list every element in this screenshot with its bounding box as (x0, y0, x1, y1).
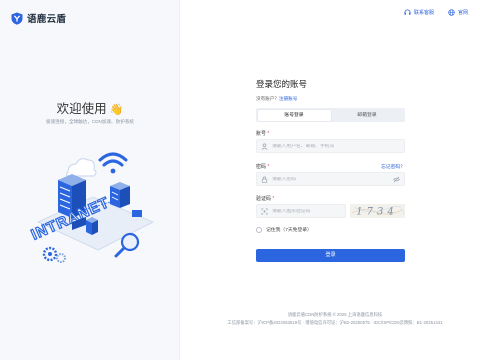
footer-license: 工信部备案号：沪ICP备2024053519号 · 增值电信许可证：沪B2-20… (227, 320, 443, 325)
welcome-text: 欢迎使用 (56, 102, 107, 116)
login-button[interactable]: 登录 (256, 249, 405, 262)
register-link[interactable]: 注册账号 (279, 96, 297, 101)
support-link[interactable]: 联系客服 (404, 9, 434, 16)
wifi-icon (98, 152, 128, 174)
account-label-text: 账号 (256, 131, 267, 137)
captcha-label: 验证码 * (256, 195, 274, 202)
website-link[interactable]: 官网 (448, 9, 468, 16)
captcha-input[interactable] (272, 208, 342, 214)
footer-copyright: 语鹿云盾CDN防护系统 © 2025 上海语鹿信息科技 (287, 312, 383, 317)
hand-wave-icon: 👋 (109, 104, 124, 116)
brand[interactable]: 语鹿云盾 (11, 11, 66, 25)
account-label: 账号 * (256, 130, 269, 137)
eye-off-icon[interactable] (393, 176, 400, 183)
captcha-text: 1734 (356, 207, 397, 218)
required-mark: * (272, 196, 275, 202)
captcha-icon (261, 208, 268, 214)
remember-me[interactable]: 记住我（7天免登录） (256, 226, 312, 233)
globe-icon (448, 9, 455, 16)
tab-email-login[interactable]: 邮箱登录 (331, 110, 404, 121)
required-mark: * (267, 131, 270, 137)
left-panel: 语鹿云盾 欢迎使用 👋 极速连接，全球触达，CDN加速、防护系统 INTRANE… (0, 0, 180, 360)
website-label: 官网 (457, 10, 468, 16)
captcha-image[interactable]: 1734 (350, 204, 405, 218)
password-label: 密码 * (256, 163, 269, 170)
shield-logo-icon (11, 12, 23, 25)
register-prompt: 没有账户？注册账号 (256, 96, 405, 102)
cloud-icon (65, 158, 97, 177)
password-input[interactable] (272, 176, 382, 182)
captcha-field[interactable] (256, 204, 346, 218)
required-mark: * (267, 164, 270, 170)
welcome-heading: 欢迎使用 👋 (0, 98, 180, 117)
welcome-subtitle: 极速连接，全球触达，CDN加速、防护系统 (45, 119, 135, 124)
top-nav: 联系客服 官网 (404, 9, 468, 16)
remember-label: 记住我（7天免登录） (266, 228, 312, 233)
no-account-text: 没有账户？ (256, 96, 279, 101)
form-title: 登录您的账号 (256, 79, 308, 89)
account-field[interactable] (256, 139, 405, 153)
password-label-text: 密码 (256, 164, 267, 170)
user-icon (261, 143, 268, 150)
intranet-illustration: INTRANET (28, 152, 154, 263)
headset-icon (404, 9, 411, 15)
login-tabs: 账号登录 邮箱登录 (256, 108, 405, 122)
lock-icon (261, 176, 268, 183)
password-field[interactable] (256, 172, 405, 186)
account-input[interactable] (272, 143, 382, 149)
server-small-icon (110, 182, 130, 208)
forgot-password-link[interactable]: 忘记密码？ (381, 163, 405, 170)
remember-checkbox[interactable] (256, 226, 262, 233)
gear-icon (42, 246, 66, 263)
captcha-label-text: 验证码 (256, 196, 272, 202)
support-label: 联系客服 (413, 10, 434, 16)
tab-account-login[interactable]: 账号登录 (257, 109, 331, 121)
login-form: 登录您的账号 没有账户？注册账号 账号登录 邮箱登录 账号 * 密码 * 忘记密… (256, 78, 405, 262)
brand-name: 语鹿云盾 (27, 14, 67, 25)
